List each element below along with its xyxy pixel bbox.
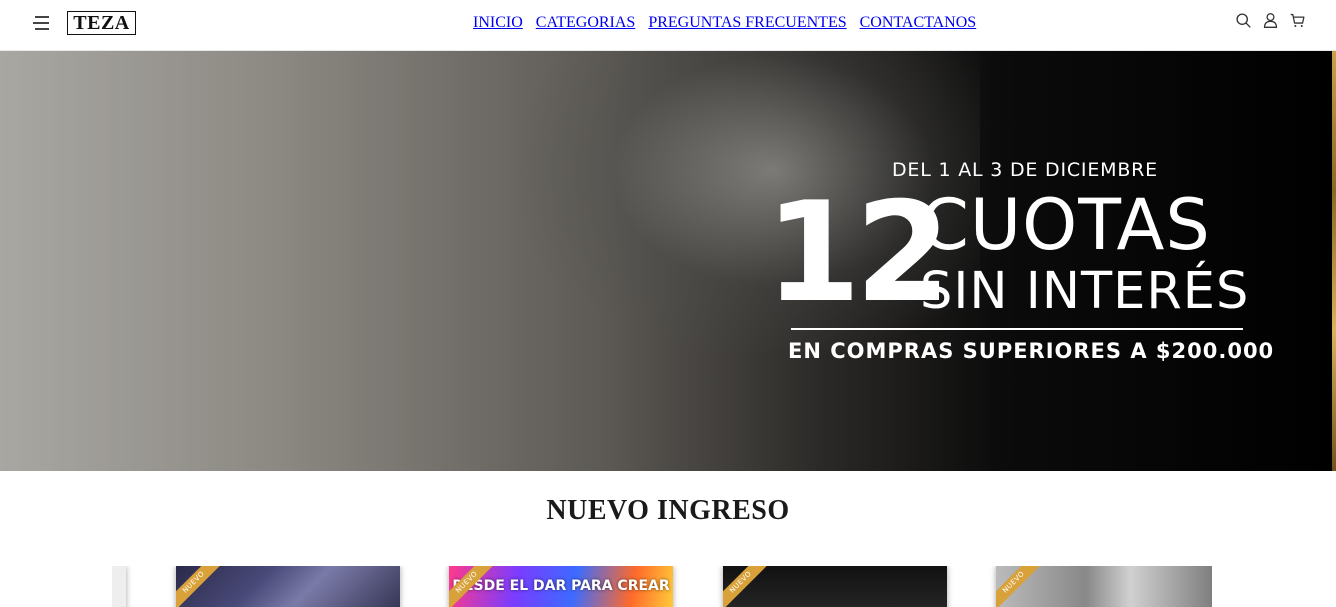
new-badge: NUEVO <box>176 566 227 607</box>
header-actions <box>1235 12 1306 29</box>
cart-icon[interactable] <box>1289 12 1306 29</box>
nav-contactanos[interactable]: CONTACTANOS <box>860 14 977 32</box>
hero-headline-2: SIN INTERÉS <box>920 262 1250 321</box>
menu-icon[interactable] <box>33 14 51 32</box>
product-card[interactable]: NUEVO <box>176 566 400 607</box>
main-nav: INICIO CATEGORIAS PREGUNTAS FRECUENTES C… <box>473 14 976 32</box>
site-header: TEZA INICIO CATEGORIAS PREGUNTAS FRECUEN… <box>0 0 1336 51</box>
hero-divider <box>791 328 1243 330</box>
product-card[interactable]: NUEVO <box>996 566 1212 607</box>
nav-inicio[interactable]: INICIO <box>473 14 523 32</box>
product-image-text: DESDE EL DAR PARA CREAR <box>452 578 670 594</box>
new-badge: NUEVO <box>723 566 774 607</box>
site-logo[interactable]: TEZA <box>67 11 136 35</box>
nav-categorias[interactable]: CATEGORIAS <box>536 14 636 32</box>
user-icon[interactable] <box>1262 12 1279 29</box>
product-card[interactable]: NUEVO <box>723 566 947 607</box>
product-card[interactable]: DESDE EL DAR PARA CREAR NUEVO <box>449 566 673 607</box>
hero-edge-accent <box>1332 51 1336 471</box>
new-badge: NUEVO <box>996 566 1047 607</box>
hero-headline-1: CUOTAS <box>920 184 1211 266</box>
search-icon[interactable] <box>1235 12 1252 29</box>
product-carousel: NUEVO DESDE EL DAR PARA CREAR NUEVO NUEV… <box>112 566 1212 607</box>
hero-footer-text: EN COMPRAS SUPERIORES A $200.000 <box>788 339 1275 363</box>
product-card[interactable] <box>112 566 126 607</box>
nav-preguntas-frecuentes[interactable]: PREGUNTAS FRECUENTES <box>648 14 846 32</box>
hero-big-number: 12 <box>765 172 951 333</box>
hero-banner[interactable]: DEL 1 AL 3 DE DICIEMBRE 12 CUOTAS SIN IN… <box>0 51 1336 471</box>
section-title: NUEVO INGRESO <box>546 495 790 526</box>
